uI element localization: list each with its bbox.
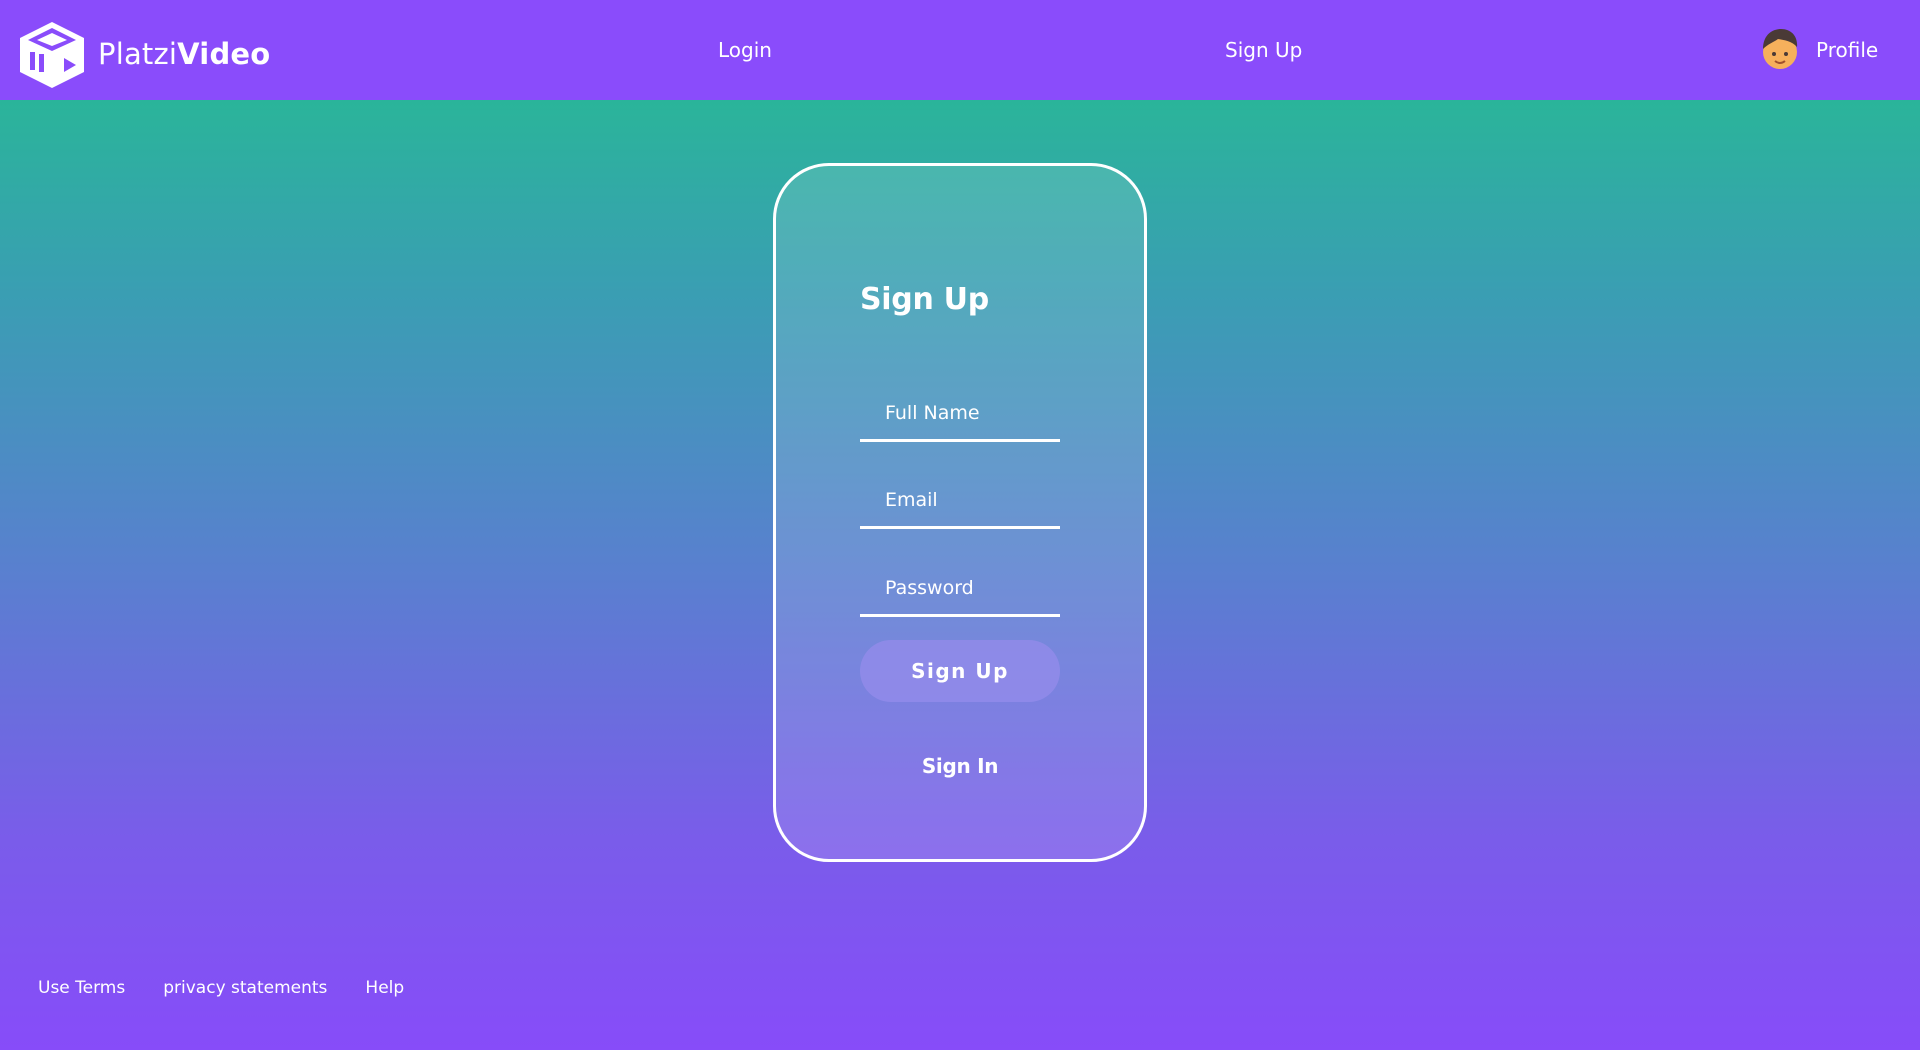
logo-text: PlatziVideo [98, 37, 270, 71]
full-name-input[interactable] [860, 386, 1060, 442]
nav-signup-link[interactable]: Sign Up [1225, 38, 1302, 62]
signup-submit-button[interactable]: Sign Up [860, 640, 1060, 702]
password-input[interactable] [860, 561, 1060, 617]
top-header: PlatziVideo Login Sign Up Profile [0, 0, 1920, 100]
profile-menu[interactable]: Profile [1758, 27, 1878, 73]
logo-text-light: Platzi [98, 37, 178, 71]
cube-play-icon [20, 22, 84, 88]
email-input[interactable] [860, 473, 1060, 529]
logo[interactable]: PlatziVideo [18, 20, 270, 88]
profile-label: Profile [1816, 38, 1879, 62]
footer-link-help[interactable]: Help [365, 978, 404, 998]
logo-text-bold: Video [177, 37, 271, 71]
user-avatar-icon [1763, 29, 1798, 69]
signup-title: Sign Up [860, 282, 989, 317]
nav-login-link[interactable]: Login [718, 38, 772, 62]
footer-link-privacy[interactable]: privacy statements [163, 978, 327, 998]
signup-card: Sign Up Sign Up Sign In [773, 163, 1147, 862]
signin-link[interactable]: Sign In [860, 754, 1060, 778]
footer-link-use-terms[interactable]: Use Terms [38, 978, 125, 998]
footer: Use Terms privacy statements Help [38, 978, 442, 998]
